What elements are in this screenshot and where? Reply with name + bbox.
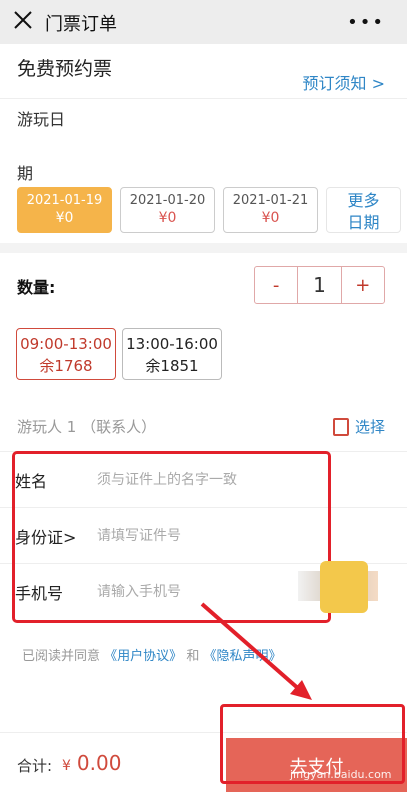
date-price: ¥0 [158,210,177,226]
time-slot-option[interactable]: 09:00-13:00 余1768 [16,328,116,380]
play-date-label-cont: 期 [17,164,34,183]
date-price: ¥0 [55,210,74,226]
contact-book-icon [332,417,349,436]
quantity-value[interactable]: 1 [297,267,342,303]
agreement-and: 和 [186,649,200,664]
floating-sticker [298,555,378,615]
currency-symbol: ¥ [62,758,71,774]
time-slot-time: 09:00-13:00 [20,335,112,353]
date-option[interactable]: 2021-01-19 ¥0 [17,187,112,233]
more-dates-line1: 更多 [347,191,380,210]
play-date-label: 游玩日 [17,110,66,129]
more-menu-icon[interactable]: ••• [347,14,385,32]
agreement-text: 已阅读并同意 《用户协议》 和 《隐私声明》 [22,645,281,664]
quantity-label: 数量: [17,278,56,297]
close-icon[interactable] [12,9,34,31]
visitor-header: 游玩人 1 （联系人） [17,418,157,436]
total-value: 0.00 [76,751,122,775]
booking-notice-link[interactable]: 预订须知 > [303,70,386,94]
date-text: 2021-01-19 [26,193,103,208]
time-slot-time: 13:00-16:00 [126,335,218,353]
more-dates-line2: 日期 [347,213,380,232]
page-title: 门票订单 [45,14,117,35]
date-option[interactable]: 2021-01-21 ¥0 [223,187,318,233]
time-slot-remain: 余1768 [39,357,93,375]
select-visitor-label: 选择 [354,418,385,436]
total-amount: ¥0.00 [62,751,121,775]
sticker-badge [320,561,368,613]
time-slot-remain: 余1851 [145,357,199,375]
ticket-name: 免费预约票 [17,58,113,80]
date-text: 2021-01-21 [232,193,309,208]
privacy-link[interactable]: 《隐私声明》 [203,649,281,664]
date-text: 2021-01-20 [129,193,206,208]
quantity-stepper: - 1 + [254,266,385,304]
divider [0,98,407,99]
time-slot-option[interactable]: 13:00-16:00 余1851 [122,328,222,380]
select-visitor-button[interactable]: 选择 [332,416,385,437]
watermark: jingyan.baidu.com [290,768,392,781]
title-bar: 门票订单 ••• [0,0,407,44]
increase-button[interactable]: + [342,267,384,303]
date-price: ¥0 [261,210,280,226]
more-dates-button[interactable]: 更多 日期 [326,187,401,233]
total-label: 合计: [17,757,53,775]
annotation-highlight-box [12,451,331,623]
date-option[interactable]: 2021-01-20 ¥0 [120,187,215,233]
user-agreement-link[interactable]: 《用户协议》 [104,649,182,664]
section-divider [0,243,407,253]
decrease-button[interactable]: - [255,267,297,303]
agreement-prefix: 已阅读并同意 [22,649,101,664]
